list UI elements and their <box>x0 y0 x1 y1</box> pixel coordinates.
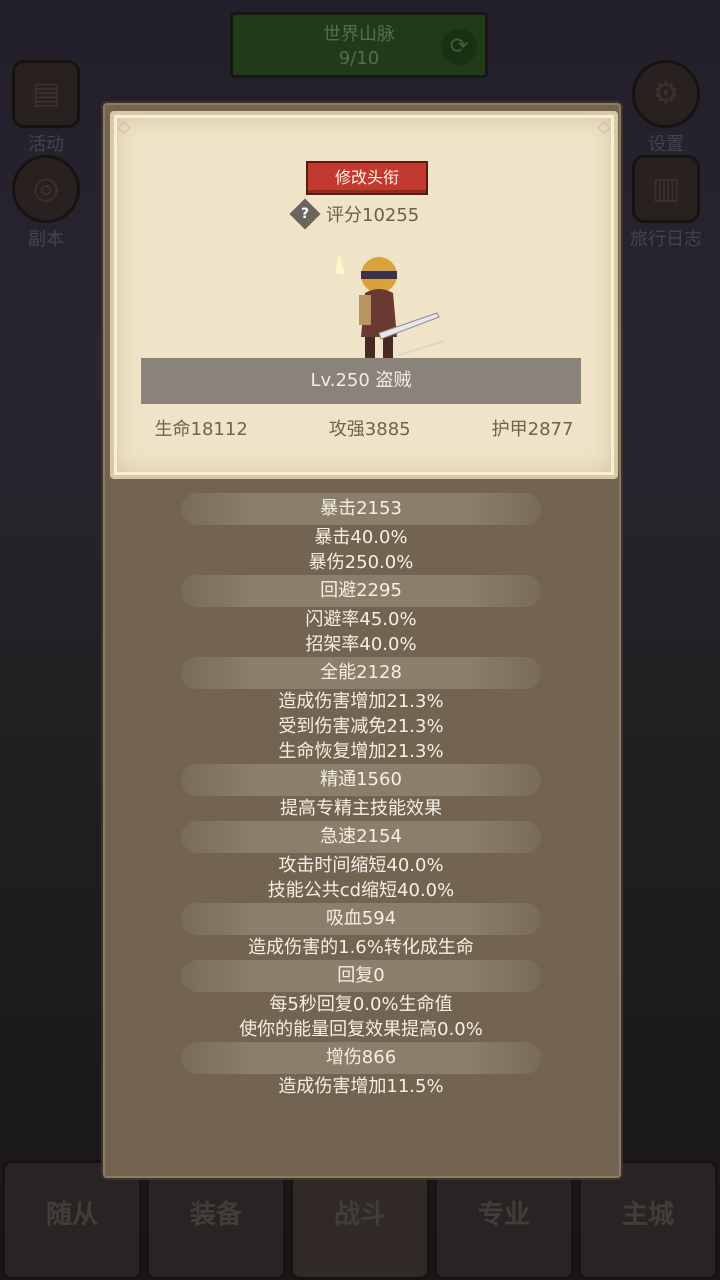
stat-detail-line: 暴伤250.0% <box>308 552 414 573</box>
stat-section-header: 吸血594 <box>181 903 541 935</box>
stat-attack-power: 攻强3885 <box>328 419 411 440</box>
hero-sprite <box>335 253 445 359</box>
stat-detail-line: 攻击时间缩短40.0% <box>278 855 444 876</box>
stat-detail-line: 生命恢复增加21.3% <box>278 741 444 762</box>
stat-detail-line: 造成伤害增加21.3% <box>278 691 444 712</box>
base-stats-row: 生命18112 攻强3885 护甲2877 <box>114 415 614 441</box>
stat-section-header: 精通1560 <box>181 764 541 796</box>
stat-detail-line: 招架率40.0% <box>305 634 417 655</box>
score-value: 评分10255 <box>326 205 420 226</box>
stat-health: 生命18112 <box>154 419 248 440</box>
help-icon[interactable]: ? <box>289 198 321 230</box>
stat-detail-line: 受到伤害减免21.3% <box>278 716 444 737</box>
stat-detail-line: 暴击40.0% <box>314 527 408 548</box>
stat-detail-line: 造成伤害的1.6%转化成生命 <box>248 937 474 958</box>
stat-section-header: 回复0 <box>181 960 541 992</box>
stat-armor: 护甲2877 <box>491 419 574 440</box>
stat-detail-line: 提高专精主技能效果 <box>280 798 442 819</box>
stat-detail-line: 使你的能量回复效果提高0.0% <box>239 1019 483 1040</box>
paper-corner-ornament: ◇ <box>597 117 610 136</box>
stat-section-header: 增伤866 <box>181 1042 541 1074</box>
stat-section-header: 暴击2153 <box>181 493 541 525</box>
character-stats-panel: ◇ ◇ 修改头衔 ? 评分10255 Lv.250 盗贼 生命18112 攻强3… <box>101 101 623 1180</box>
stat-section-header: 回避2295 <box>181 575 541 607</box>
edit-title-button[interactable]: 修改头衔 <box>306 161 428 195</box>
stat-detail-line: 闪避率45.0% <box>305 609 417 630</box>
paper-corner-ornament: ◇ <box>118 117 131 136</box>
score-row: ? 评分10255 <box>289 198 420 230</box>
stat-detail-line: 每5秒回复0.0%生命值 <box>269 994 453 1015</box>
character-card: ◇ ◇ 修改头衔 ? 评分10255 Lv.250 盗贼 生命18112 攻强3… <box>110 111 618 479</box>
stat-section-header: 急速2154 <box>181 821 541 853</box>
stat-detail-line: 技能公共cd缩短40.0% <box>267 880 455 901</box>
stat-detail-line: 造成伤害增加11.5% <box>278 1076 444 1097</box>
level-class-bar: Lv.250 盗贼 <box>141 358 581 404</box>
detailed-stats-list: 暴击2153 暴击40.0% 暴伤250.0% 回避2295 闪避率45.0% … <box>181 493 541 1099</box>
stat-section-header: 全能2128 <box>181 657 541 689</box>
